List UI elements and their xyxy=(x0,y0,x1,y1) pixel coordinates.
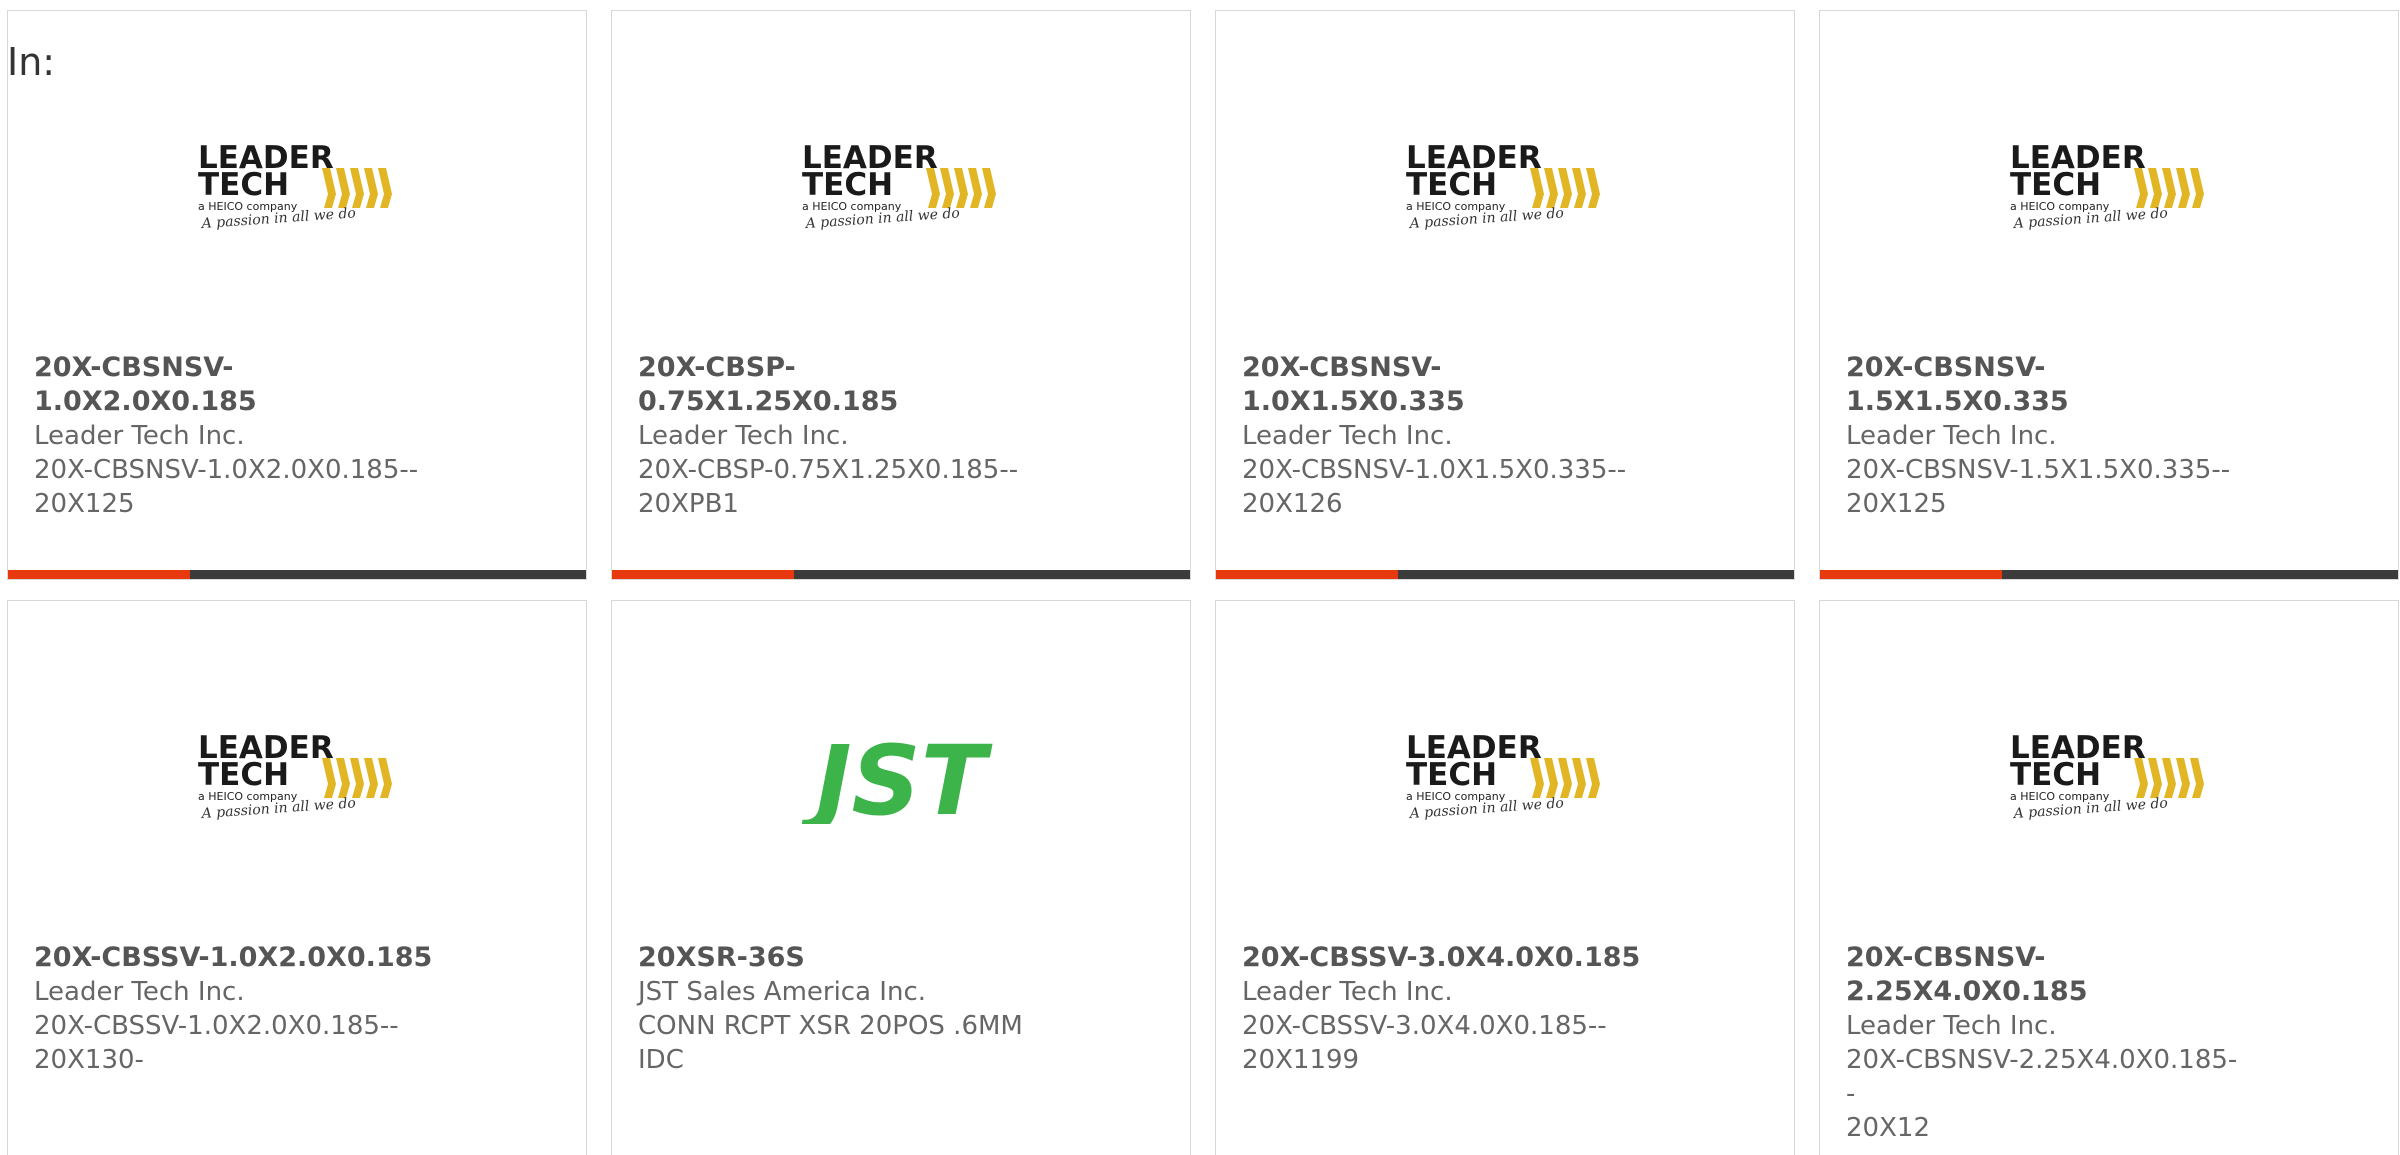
product-card[interactable]: LEADER TECH a HEICO company A passion in al… xyxy=(7,600,587,1155)
manufacturer-name: JST Sales America Inc. xyxy=(638,977,927,1007)
leader-tech-logo: LEADERTECHa HEICO companyA passion in al… xyxy=(2010,140,2204,232)
product-card[interactable]: LEADER TECH a HEICO company A passion in al… xyxy=(611,10,1191,580)
description-line: 20X-CBSNSV-1.5X1.5X0.335-- xyxy=(1846,455,2231,485)
leader-tech-logo: LEADERTECHa HEICO companyA passion in al… xyxy=(802,140,996,232)
manufacturer-logo: LEADER TECH a HEICO company A passion in al… xyxy=(8,701,586,851)
part-number[interactable]: 20X-CBSNSV-2.25X4.0X0.185 xyxy=(1846,941,2246,1009)
description-line: 20X-CBSSV-3.0X4.0X0.185-- xyxy=(1242,1011,1607,1041)
description-line: IDC xyxy=(638,1045,684,1075)
card-footer-bar xyxy=(1820,570,2398,579)
product-grid: LEADER TECH a HEICO company A passion in al… xyxy=(7,10,2399,1155)
description-line: 20X-CBSP-0.75X1.25X0.185-- xyxy=(638,455,1019,485)
description-line: 20X130- xyxy=(34,1045,144,1075)
part-number[interactable]: 20X-CBSNSV-1.5X1.5X0.335 xyxy=(1846,351,2246,419)
manufacturer-name: Leader Tech Inc. xyxy=(1242,421,1453,451)
card-footer-bar xyxy=(612,570,1190,579)
manufacturer-logo: JST xyxy=(612,701,1190,851)
description-line: 20X125 xyxy=(1846,489,1947,519)
search-prefix-label: In: xyxy=(7,40,56,84)
description-line: 20X12 xyxy=(1846,1113,1930,1143)
card-accent-bar xyxy=(8,570,191,579)
manufacturer-name: Leader Tech Inc. xyxy=(638,421,849,451)
description-line: 20X-CBSSV-1.0X2.0X0.185-- xyxy=(34,1011,399,1041)
manufacturer-logo: LEADER TECH a HEICO company A passion in al… xyxy=(1216,111,1794,261)
description-line: 20X-CBSNSV-1.0X2.0X0.185-- xyxy=(34,455,419,485)
jst-wordmark: JST xyxy=(800,728,993,824)
card-accent-bar xyxy=(612,570,795,579)
logo-wordmark-line2: TECH xyxy=(802,167,893,203)
leader-tech-logo: LEADERTECHa HEICO companyA passion in al… xyxy=(1406,140,1600,232)
leader-tech-logo: LEADERTECHa HEICO companyA passion in al… xyxy=(198,730,392,822)
description-line: 20XPB1 xyxy=(638,489,739,519)
manufacturer-logo: LEADER TECH a HEICO company A passion in al… xyxy=(1820,701,2398,851)
logo-wordmark-line2: TECH xyxy=(2010,167,2101,203)
logo-wordmark-line2: TECH xyxy=(2010,757,2101,793)
description-line: 20X-CBSNSV-2.25X4.0X0.185-- xyxy=(1846,1045,2238,1109)
product-card[interactable]: LEADER TECH a HEICO company A passion in al… xyxy=(1215,600,1795,1155)
part-number[interactable]: 20X-CBSP-0.75X1.25X0.185 xyxy=(638,351,1038,419)
manufacturer-logo: LEADER TECH a HEICO company A passion in al… xyxy=(1216,701,1794,851)
manufacturer-name: Leader Tech Inc. xyxy=(34,977,245,1007)
part-number[interactable]: 20X-CBSNSV-1.0X2.0X0.185 xyxy=(34,351,434,419)
manufacturer-logo: LEADER TECH a HEICO company A passion in al… xyxy=(1820,111,2398,261)
logo-wordmark-line2: TECH xyxy=(198,757,289,793)
leader-tech-logo: LEADERTECHa HEICO companyA passion in al… xyxy=(1406,730,1600,822)
product-card[interactable]: JST 20XSR-36S JST Sales America Inc. CON… xyxy=(611,600,1191,1155)
leader-tech-logo: LEADERTECHa HEICO companyA passion in al… xyxy=(198,140,392,232)
logo-wordmark-line2: TECH xyxy=(1406,757,1497,793)
manufacturer-name: Leader Tech Inc. xyxy=(34,421,245,451)
part-number[interactable]: 20X-CBSSV-1.0X2.0X0.185 xyxy=(34,941,434,975)
description-line: 20X-CBSNSV-1.0X1.5X0.335-- xyxy=(1242,455,1627,485)
card-footer-bar xyxy=(8,570,586,579)
manufacturer-logo: LEADER TECH a HEICO company A passion in al… xyxy=(612,111,1190,261)
manufacturer-logo: LEADER TECH a HEICO company A passion in al… xyxy=(8,111,586,261)
description-line: 20X125 xyxy=(34,489,135,519)
description-line: CONN RCPT XSR 20POS .6MM xyxy=(638,1011,1023,1041)
jst-logo: JST xyxy=(800,728,993,824)
card-footer-bar xyxy=(1216,570,1794,579)
description-line: 20X126 xyxy=(1242,489,1343,519)
description-line: 20X1199 xyxy=(1242,1045,1360,1075)
manufacturer-name: Leader Tech Inc. xyxy=(1846,1011,2057,1041)
card-accent-bar xyxy=(1216,570,1399,579)
card-accent-bar xyxy=(1820,570,2003,579)
manufacturer-name: Leader Tech Inc. xyxy=(1242,977,1453,1007)
part-number[interactable]: 20X-CBSSV-3.0X4.0X0.185 xyxy=(1242,941,1642,975)
product-card[interactable]: LEADER TECH a HEICO company A passion in al… xyxy=(1819,600,2399,1155)
part-number[interactable]: 20X-CBSNSV-1.0X1.5X0.335 xyxy=(1242,351,1642,419)
product-card[interactable]: LEADER TECH a HEICO company A passion in al… xyxy=(1819,10,2399,580)
product-card[interactable]: LEADER TECH a HEICO company A passion in al… xyxy=(7,10,587,580)
leader-tech-logo: LEADERTECHa HEICO companyA passion in al… xyxy=(2010,730,2204,822)
part-number[interactable]: 20XSR-36S xyxy=(638,941,1038,975)
product-card[interactable]: LEADER TECH a HEICO company A passion in al… xyxy=(1215,10,1795,580)
logo-wordmark-line2: TECH xyxy=(1406,167,1497,203)
manufacturer-name: Leader Tech Inc. xyxy=(1846,421,2057,451)
logo-wordmark-line2: TECH xyxy=(198,167,289,203)
